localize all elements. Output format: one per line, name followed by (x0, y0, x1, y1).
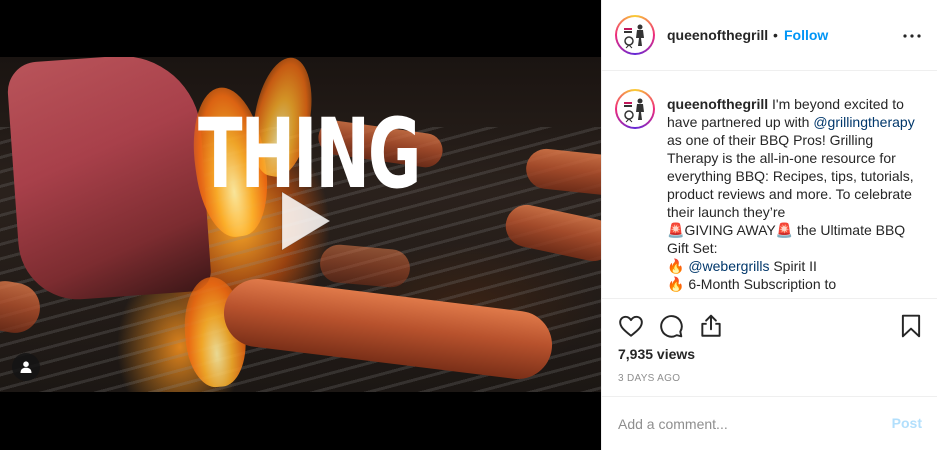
post-comment-button[interactable]: Post (892, 415, 922, 431)
mention-link[interactable]: @webergrills (688, 258, 769, 274)
fire-emoji: 🔥 (667, 276, 685, 292)
bookmark-icon[interactable] (898, 313, 924, 339)
mention-link[interactable]: @grillingtherapy (813, 114, 914, 130)
header-username[interactable]: queenofthegrill (667, 27, 768, 43)
heart-icon[interactable] (618, 313, 644, 339)
profile-logo (624, 98, 644, 123)
avatar[interactable] (615, 15, 655, 55)
comment-icon[interactable] (658, 313, 684, 339)
share-icon[interactable] (698, 313, 724, 339)
caption-avatar[interactable] (615, 89, 655, 129)
siren-emoji: 🚨 (667, 222, 685, 238)
video-player[interactable]: THING (0, 0, 601, 450)
list-item: 🔥 6-Month Subscription to (667, 275, 927, 293)
list-item: 🔥 @webergrills Spirit II (667, 257, 927, 275)
post-caption: queenofthegrill I'm beyond excited to ha… (667, 95, 927, 293)
comment-bar: Post (602, 396, 937, 450)
post-panel: queenofthegrill • Follow queenofthegrill (601, 0, 937, 450)
user-icon[interactable] (12, 353, 40, 381)
list-item-text: Spirit II (769, 258, 817, 274)
caption-body: as one of their BBQ Pros! Grilling Thera… (667, 132, 914, 220)
post-header: queenofthegrill • Follow (602, 0, 937, 71)
steak-image (5, 57, 213, 304)
profile-logo (624, 24, 644, 49)
giving-away-text: GIVING AWAY (684, 222, 776, 238)
follow-button[interactable]: Follow (784, 27, 828, 43)
fire-emoji: 🔥 (667, 258, 685, 274)
comment-input[interactable] (618, 413, 878, 435)
separator-dot: • (773, 27, 778, 43)
giving-away-line: 🚨GIVING AWAY🚨 the Ultimate BBQ Gift Set: (667, 221, 927, 257)
list-item-text: 6-Month Subscription to (684, 276, 837, 292)
more-options-icon[interactable] (900, 24, 924, 48)
post-timestamp[interactable]: 3 DAYS AGO (618, 373, 680, 384)
view-count[interactable]: 7,935 views (618, 346, 695, 362)
play-icon[interactable] (268, 186, 338, 256)
caption-username[interactable]: queenofthegrill (667, 96, 768, 112)
siren-emoji: 🚨 (775, 222, 794, 238)
